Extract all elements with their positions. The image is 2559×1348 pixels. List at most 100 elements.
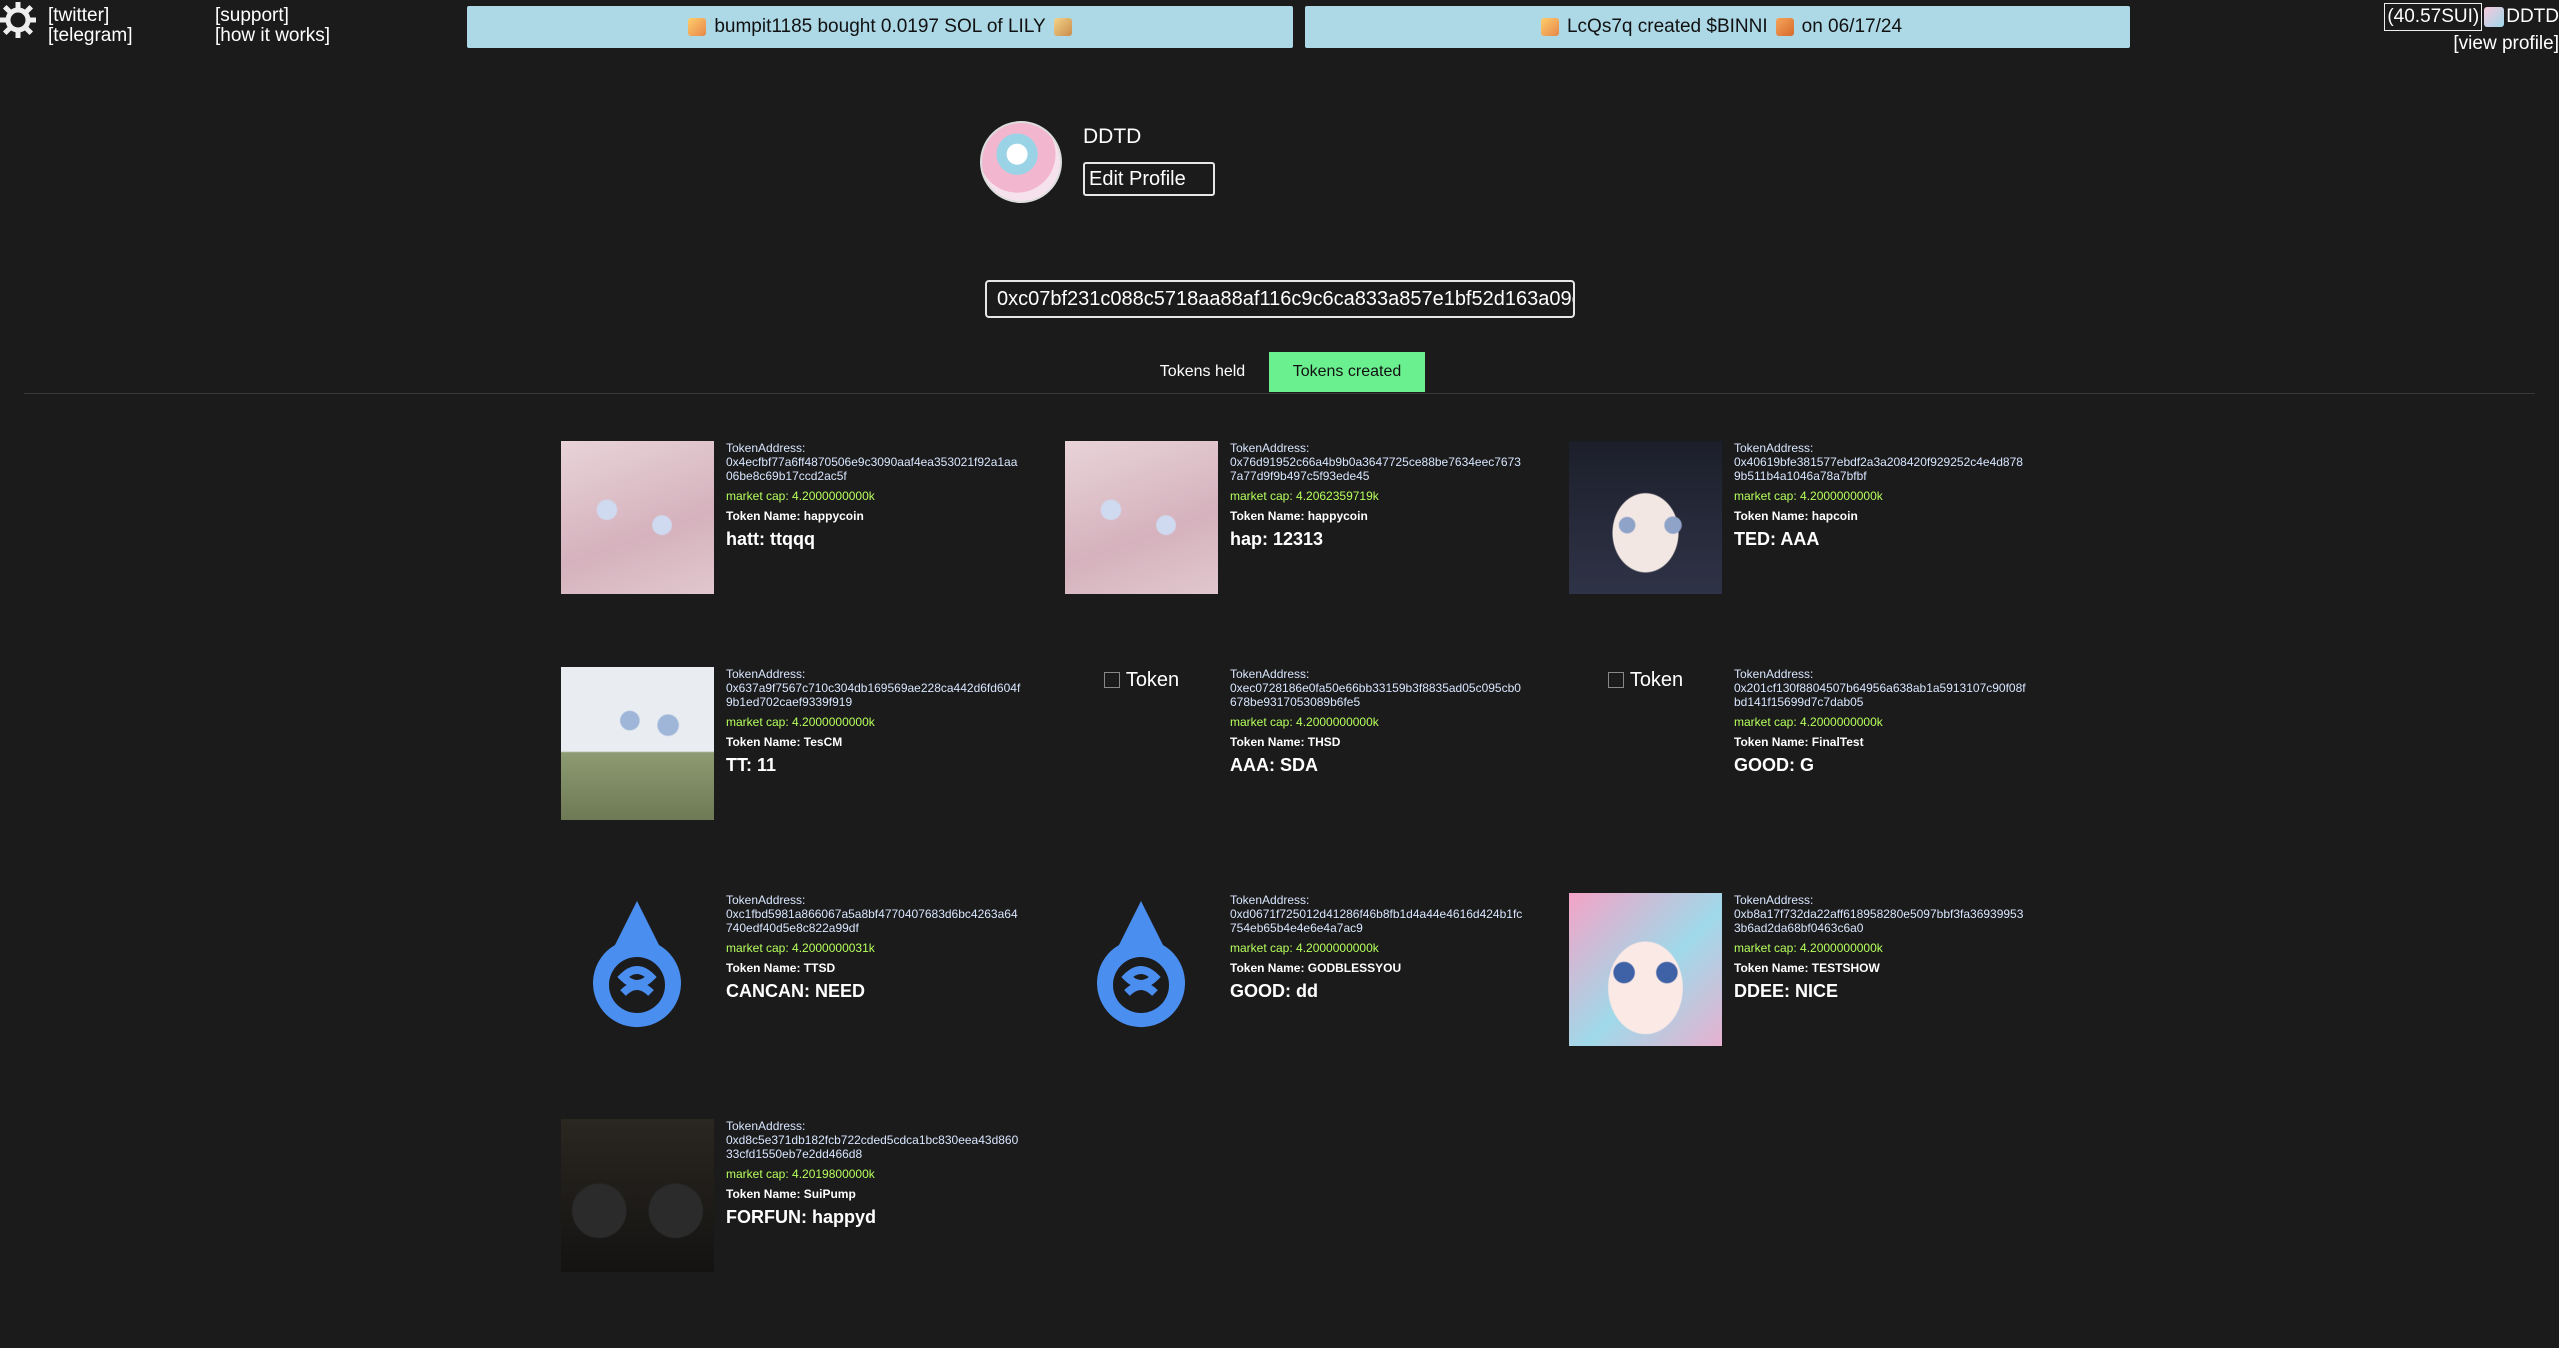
token-ticker: CANCAN: NEED	[726, 981, 865, 1001]
token-address: 0x4ecfbf77a6ff4870506e9c3090aaf4ea353021…	[726, 455, 1018, 483]
trade-ticker[interactable]: bumpit1185 bought 0.0197 SOL of LILY	[467, 6, 1293, 48]
token-image[interactable]	[561, 667, 714, 820]
market-cap: market cap: 4.2000000000k	[1734, 941, 1883, 955]
profile-avatar	[980, 121, 1062, 203]
gear-icon[interactable]	[0, 2, 36, 38]
market-cap: market cap: 4.2000000000k	[1734, 715, 1883, 729]
token-address: 0x201cf130f8804507b64956a638ab1a5913107c…	[1734, 681, 2026, 709]
token-image[interactable]	[561, 893, 714, 1046]
token-ticker: GOOD: dd	[1230, 981, 1318, 1001]
token-image[interactable]	[1065, 441, 1218, 594]
edit-profile-button[interactable]: Edit Profile	[1083, 162, 1215, 196]
token-image[interactable]	[561, 441, 714, 594]
wallet-avatar	[2484, 7, 2505, 27]
market-cap: market cap: 4.2062359719k	[1230, 489, 1379, 503]
token-card[interactable]: TokenAddress: 0x4ecfbf77a6ff4870506e9c30…	[561, 441, 1021, 601]
token-address: 0xd0671f725012d41286f46b8fb1d4a44e4616d4…	[1230, 907, 1523, 935]
token-image[interactable]	[1065, 893, 1218, 1046]
token-address-label: TokenAddress:	[726, 1119, 806, 1133]
token-thumb-icon	[688, 18, 707, 36]
token-address: 0xc1fbd5981a866067a5a8bf4770407683d6bc42…	[726, 907, 1018, 935]
market-cap: market cap: 4.2000000000k	[726, 715, 875, 729]
token-image-alt: Token	[1125, 669, 1180, 691]
token-ticker: TT: 11	[726, 755, 777, 775]
token-image-broken[interactable]: Token	[1065, 667, 1218, 820]
token-card[interactable]: Token TokenAddress: 0x201cf130f8804507b6…	[1569, 667, 2029, 827]
support-link[interactable]: [support]	[215, 6, 330, 26]
token-card[interactable]: TokenAddress: 0xd0671f725012d41286f46b8f…	[1065, 893, 1525, 1053]
dog-emoji-icon	[1053, 18, 1072, 36]
token-ticker: FORFUN: happyd	[726, 1207, 876, 1227]
token-address: 0xb8a17f732da22aff618958280e5097bbf3fa36…	[1734, 907, 2024, 935]
token-ticker: TED: AAA	[1734, 529, 1820, 549]
twitter-link[interactable]: [twitter]	[48, 6, 132, 26]
token-address: 0xec0728186e0fa50e66bb33159b3f8835ad05c0…	[1230, 681, 1521, 709]
token-address-label: TokenAddress:	[726, 667, 806, 681]
token-image[interactable]	[561, 1119, 714, 1272]
token-name: Token Name: TesCM	[726, 735, 843, 749]
token-ticker: hap: 12313	[1230, 529, 1324, 549]
social-links: [twitter] [telegram]	[48, 6, 132, 46]
token-card[interactable]: TokenAddress: 0x40619bfe381577ebdf2a3a20…	[1569, 441, 2029, 601]
token-name: Token Name: TTSD	[726, 961, 836, 975]
token-address-label: TokenAddress:	[1734, 893, 1814, 907]
token-name: Token Name: FinalTest	[1734, 735, 1864, 749]
trade-ticker-text: bumpit1185 bought 0.0197 SOL of LILY	[714, 16, 1046, 37]
market-cap: market cap: 4.2000000000k	[726, 489, 875, 503]
market-cap: market cap: 4.2019800000k	[726, 1167, 875, 1181]
market-cap: market cap: 4.2000000000k	[1230, 715, 1379, 729]
token-address-label: TokenAddress:	[1230, 667, 1310, 681]
wallet-address-field[interactable]: 0xc07bf231c088c5718aa88af116c9c6ca833a85…	[985, 280, 1575, 318]
market-cap: market cap: 4.2000000031k	[726, 941, 875, 955]
how-it-works-link[interactable]: [how it works]	[215, 26, 330, 46]
market-cap: market cap: 4.2000000000k	[1734, 489, 1883, 503]
tab-tokens-held[interactable]: Tokens held	[1140, 352, 1265, 392]
wallet-area: (40.57SUI) DDTD [view profile]	[2384, 3, 2559, 57]
fox-emoji-icon	[1775, 18, 1794, 36]
token-ticker: GOOD: G	[1734, 755, 1814, 775]
token-image[interactable]	[1569, 893, 1722, 1046]
sui-logo-icon	[593, 901, 681, 1028]
wallet-balance[interactable]: (40.57SUI)	[2384, 3, 2483, 31]
token-address-label: TokenAddress:	[726, 441, 806, 455]
broken-image-icon	[1103, 672, 1120, 688]
token-image-alt: Token	[1629, 669, 1684, 691]
telegram-link[interactable]: [telegram]	[48, 26, 132, 46]
create-ticker-text: LcQs7q created $BINNI	[1566, 16, 1768, 37]
token-address: 0xd8c5e371db182fcb722cded5cdca1bc830eea4…	[726, 1133, 1019, 1161]
token-address-label: TokenAddress:	[1734, 441, 1814, 455]
create-ticker-date: on 06/17/24	[1801, 16, 1903, 37]
token-name: Token Name: hapcoin	[1734, 509, 1858, 523]
help-links: [support] [how it works]	[215, 6, 330, 46]
tab-tokens-created[interactable]: Tokens created	[1269, 352, 1425, 392]
token-name: Token Name: TESTSHOW	[1734, 961, 1880, 975]
token-card[interactable]: TokenAddress: 0x637a9f7567c710c304db1695…	[561, 667, 1021, 827]
profile-username: DDTD	[1083, 125, 1142, 148]
token-image[interactable]	[1569, 441, 1722, 594]
token-name: Token Name: THSD	[1230, 735, 1341, 749]
token-card[interactable]: TokenAddress: 0xd8c5e371db182fcb722cded5…	[561, 1119, 1021, 1279]
token-image-broken[interactable]: Token	[1569, 667, 1722, 820]
token-card[interactable]: Token TokenAddress: 0xec0728186e0fa50e66…	[1065, 667, 1525, 827]
sui-logo-icon	[1097, 901, 1185, 1028]
token-address-label: TokenAddress:	[1230, 893, 1310, 907]
token-ticker: AAA: SDA	[1230, 755, 1318, 775]
create-ticker[interactable]: LcQs7q created $BINNI on 06/17/24	[1305, 6, 2130, 48]
token-card[interactable]: TokenAddress: 0xb8a17f732da22aff61895828…	[1569, 893, 2029, 1053]
token-name: Token Name: happycoin	[726, 509, 864, 523]
token-name: Token Name: SuiPump	[726, 1187, 856, 1201]
view-profile-link[interactable]: [view profile]	[2384, 31, 2559, 57]
token-name: Token Name: GODBLESSYOU	[1230, 961, 1402, 975]
token-address: 0x76d91952c66a4b9b0a3647725ce88be7634eec…	[1230, 455, 1521, 483]
token-address: 0x637a9f7567c710c304db169569ae228ca442d6…	[726, 681, 1021, 709]
token-address-label: TokenAddress:	[1734, 667, 1814, 681]
divider	[24, 393, 2535, 394]
token-card[interactable]: TokenAddress: 0xc1fbd5981a866067a5a8bf47…	[561, 893, 1021, 1053]
token-ticker: DDEE: NICE	[1734, 981, 1839, 1001]
token-name: Token Name: happycoin	[1230, 509, 1368, 523]
broken-image-icon	[1607, 672, 1624, 688]
market-cap: market cap: 4.2000000000k	[1230, 941, 1379, 955]
wallet-name[interactable]: DDTD	[2506, 4, 2559, 30]
token-card[interactable]: TokenAddress: 0x76d91952c66a4b9b0a364772…	[1065, 441, 1525, 601]
token-ticker: hatt: ttqqq	[726, 529, 815, 549]
